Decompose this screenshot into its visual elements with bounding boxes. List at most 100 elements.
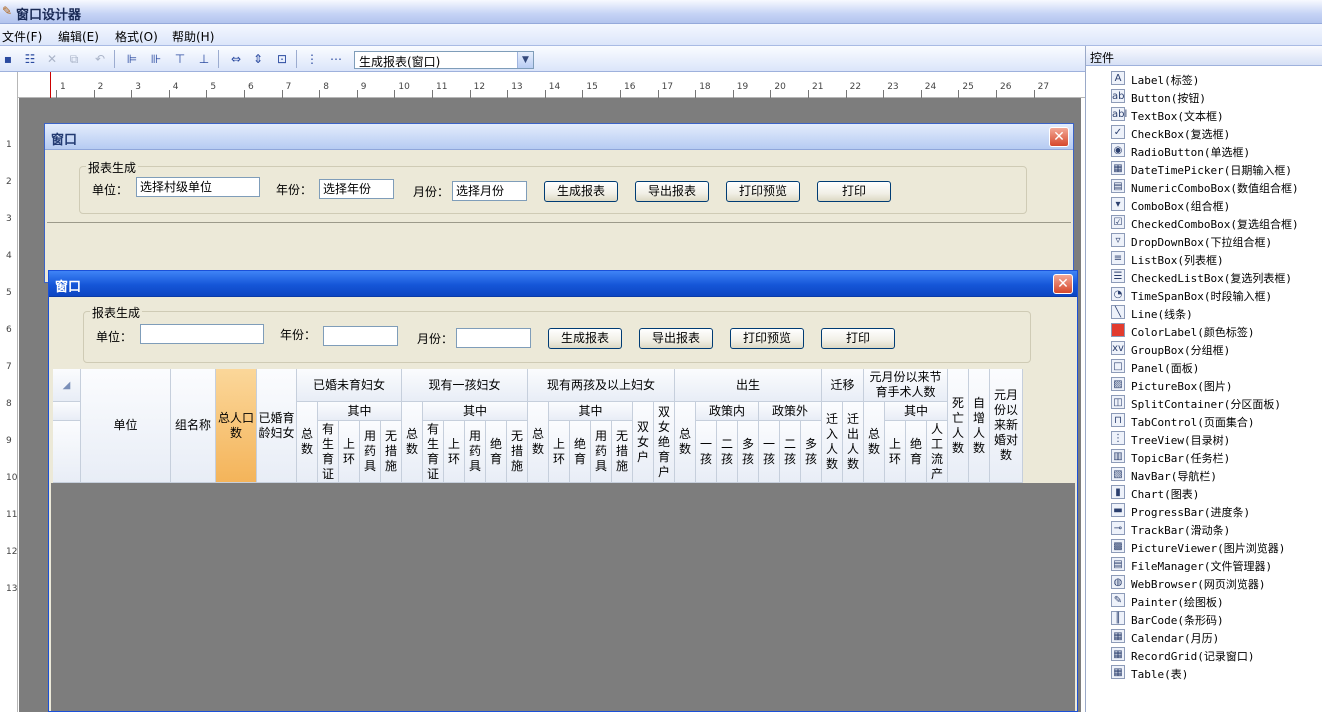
col-group-surgery[interactable]: 元月份以来节育手术人数 bbox=[864, 369, 948, 402]
close-icon[interactable]: ✕ bbox=[1049, 127, 1069, 147]
col-abortion[interactable]: 人工流产 bbox=[927, 421, 948, 483]
form-caption[interactable]: 窗口 ✕ bbox=[45, 124, 1073, 150]
col-multi[interactable]: 多孩 bbox=[738, 421, 759, 483]
col-drug[interactable]: 用药具 bbox=[465, 421, 486, 483]
align-right-icon[interactable]: ⊪ bbox=[148, 51, 164, 67]
control-item[interactable]: ■ ColorLabel(颜色标签) bbox=[1111, 322, 1316, 340]
print-button[interactable]: 打印 bbox=[817, 181, 891, 202]
report-group-box[interactable]: 报表生成 单位： 选择村级单位 年份： 选择年份 月份： 选择月份 生成报表 导… bbox=[79, 159, 1027, 214]
col-none[interactable]: 无措施 bbox=[612, 421, 633, 483]
col-steril[interactable]: 绝育 bbox=[486, 421, 507, 483]
col-ring[interactable]: 上环 bbox=[444, 421, 465, 483]
col-drug[interactable]: 用药具 bbox=[360, 421, 381, 483]
properties-icon[interactable]: ☷ bbox=[22, 51, 38, 67]
col-total-population[interactable]: 总人口数 bbox=[216, 369, 257, 483]
control-item[interactable]: ☑ CheckedComboBox(复选组合框) bbox=[1111, 214, 1316, 232]
export-report-button[interactable]: 导出报表 bbox=[635, 181, 709, 202]
control-item[interactable]: ▿ DropDownBox(下拉组合框) bbox=[1111, 232, 1316, 250]
control-item[interactable]: ab Button(按钮) bbox=[1111, 88, 1316, 106]
col-policy-in[interactable]: 政策内 bbox=[696, 402, 759, 421]
horizontal-spacing-icon[interactable]: ⋯ bbox=[328, 51, 344, 67]
col-one[interactable]: 一孩 bbox=[759, 421, 780, 483]
control-item[interactable]: ▨ PictureBox(图片) bbox=[1111, 376, 1316, 394]
col-none[interactable]: 无措施 bbox=[381, 421, 402, 483]
control-item[interactable]: ▦ RecordGrid(记录窗口) bbox=[1111, 646, 1316, 664]
control-item[interactable]: ║ BarCode(条形码) bbox=[1111, 610, 1316, 628]
control-item[interactable]: ▤ NumericComboBox(数值组合框) bbox=[1111, 178, 1316, 196]
form-window-back[interactable]: 窗口 ✕ 报表生成 单位： 选择村级单位 年份： 选择年份 月份： 选择月份 生… bbox=[44, 123, 1074, 283]
year-input[interactable]: 选择年份 bbox=[319, 179, 394, 199]
control-item[interactable]: ◉ RadioButton(单选框) bbox=[1111, 142, 1316, 160]
col-two[interactable]: 二孩 bbox=[780, 421, 801, 483]
control-item[interactable]: ▥ TopicBar(任务栏) bbox=[1111, 448, 1316, 466]
menu-format[interactable]: 格式(O) bbox=[115, 28, 158, 45]
align-left-icon[interactable]: ⊫ bbox=[124, 51, 140, 67]
control-item[interactable]: ╲ Line(线条) bbox=[1111, 304, 1316, 322]
col-total[interactable]: 总数 bbox=[402, 402, 423, 483]
control-item[interactable]: ≡ ListBox(列表框) bbox=[1111, 250, 1316, 268]
control-item[interactable]: ▦ Table(表) bbox=[1111, 664, 1316, 682]
col-one[interactable]: 一孩 bbox=[696, 421, 717, 483]
col-group-unmarried[interactable]: 已婚未育妇女 bbox=[297, 369, 402, 402]
delete-icon[interactable]: ✕ bbox=[44, 51, 60, 67]
col-cert[interactable]: 有生育证 bbox=[423, 421, 444, 483]
col-two[interactable]: 二孩 bbox=[717, 421, 738, 483]
control-item[interactable]: A Label(标签) bbox=[1111, 70, 1316, 88]
report-grid[interactable]: ◢ 单位 组名称 总人口数 已婚育龄妇女 已婚未育妇女 总数 其中 有生育证 上… bbox=[53, 369, 1023, 483]
col-move-in[interactable]: 迁入人数 bbox=[822, 402, 843, 483]
col-married-women[interactable]: 已婚育龄妇女 bbox=[257, 369, 297, 483]
col-double-girl-steril[interactable]: 双女绝育户 bbox=[654, 402, 675, 483]
col-cert[interactable]: 有生育证 bbox=[318, 421, 339, 483]
control-item[interactable]: ▧ NavBar(导航栏) bbox=[1111, 466, 1316, 484]
control-item[interactable]: ◫ SplitContainer(分区面板) bbox=[1111, 394, 1316, 412]
close-icon[interactable]: ✕ bbox=[1053, 274, 1073, 294]
control-item[interactable]: ✓ CheckBox(复选框) bbox=[1111, 124, 1316, 142]
grid-corner[interactable]: ◢ bbox=[53, 369, 81, 402]
control-item[interactable]: ▮ Chart(图表) bbox=[1111, 484, 1316, 502]
report-group-box[interactable]: 报表生成 单位： 年份： 月份： 生成报表 导出报表 打印预览 打印 bbox=[83, 304, 1031, 363]
month-input[interactable] bbox=[456, 328, 531, 348]
col-group-two-children[interactable]: 现有两孩及以上妇女 bbox=[528, 369, 675, 402]
col-steril[interactable]: 绝育 bbox=[570, 421, 591, 483]
same-width-icon[interactable]: ⇔ bbox=[228, 51, 244, 67]
col-total[interactable]: 总数 bbox=[675, 402, 696, 483]
control-item[interactable]: ▩ PictureViewer(图片浏览器) bbox=[1111, 538, 1316, 556]
menu-help[interactable]: 帮助(H) bbox=[172, 28, 214, 45]
control-item[interactable]: ▦ Calendar(月历) bbox=[1111, 628, 1316, 646]
form-caption[interactable]: 窗口 ✕ bbox=[49, 271, 1077, 297]
control-item[interactable]: ☰ CheckedListBox(复选列表框) bbox=[1111, 268, 1316, 286]
control-item[interactable]: ▬ ProgressBar(进度条) bbox=[1111, 502, 1316, 520]
chevron-down-icon[interactable]: ▼ bbox=[517, 52, 533, 68]
control-item[interactable]: ⋮ TreeView(目录树) bbox=[1111, 430, 1316, 448]
col-group-name[interactable]: 组名称 bbox=[171, 369, 216, 483]
col-qizhong[interactable]: 其中 bbox=[423, 402, 528, 421]
year-input[interactable] bbox=[323, 326, 398, 346]
col-drug[interactable]: 用药具 bbox=[591, 421, 612, 483]
unit-input[interactable] bbox=[140, 324, 264, 344]
control-item[interactable]: ▦ DateTimePicker(日期输入框) bbox=[1111, 160, 1316, 178]
generate-report-button[interactable]: 生成报表 bbox=[544, 181, 618, 202]
generate-report-button[interactable]: 生成报表 bbox=[548, 328, 622, 349]
col-qizhong[interactable]: 其中 bbox=[885, 402, 948, 421]
control-item[interactable]: ⊸ TrackBar(滑动条) bbox=[1111, 520, 1316, 538]
col-newly-wed[interactable]: 元月份以来新婚对数 bbox=[990, 369, 1023, 483]
row-header[interactable] bbox=[53, 421, 81, 483]
print-preview-button[interactable]: 打印预览 bbox=[726, 181, 800, 202]
menu-file[interactable]: 文件(F) bbox=[2, 28, 42, 45]
form-window-front[interactable]: 窗口 ✕ 报表生成 单位： 年份： 月份： 生成报表 导出报表 打印预览 打印 … bbox=[48, 270, 1078, 712]
col-ring[interactable]: 上环 bbox=[549, 421, 570, 483]
col-increase[interactable]: 自增人数 bbox=[969, 369, 990, 483]
save-icon[interactable]: ▪ bbox=[0, 51, 16, 67]
col-move-out[interactable]: 迁出人数 bbox=[843, 402, 864, 483]
print-preview-button[interactable]: 打印预览 bbox=[730, 328, 804, 349]
menu-edit[interactable]: 编辑(E) bbox=[58, 28, 99, 45]
col-death[interactable]: 死亡人数 bbox=[948, 369, 969, 483]
col-policy-out[interactable]: 政策外 bbox=[759, 402, 822, 421]
undo-icon[interactable]: ↶ bbox=[92, 51, 108, 67]
col-steril[interactable]: 绝育 bbox=[906, 421, 927, 483]
col-qizhong[interactable]: 其中 bbox=[318, 402, 402, 421]
col-double-girl[interactable]: 双女户 bbox=[633, 402, 654, 483]
col-unit[interactable]: 单位 bbox=[81, 369, 171, 483]
control-item[interactable]: ▤ FileManager(文件管理器) bbox=[1111, 556, 1316, 574]
col-total[interactable]: 总数 bbox=[297, 402, 318, 483]
